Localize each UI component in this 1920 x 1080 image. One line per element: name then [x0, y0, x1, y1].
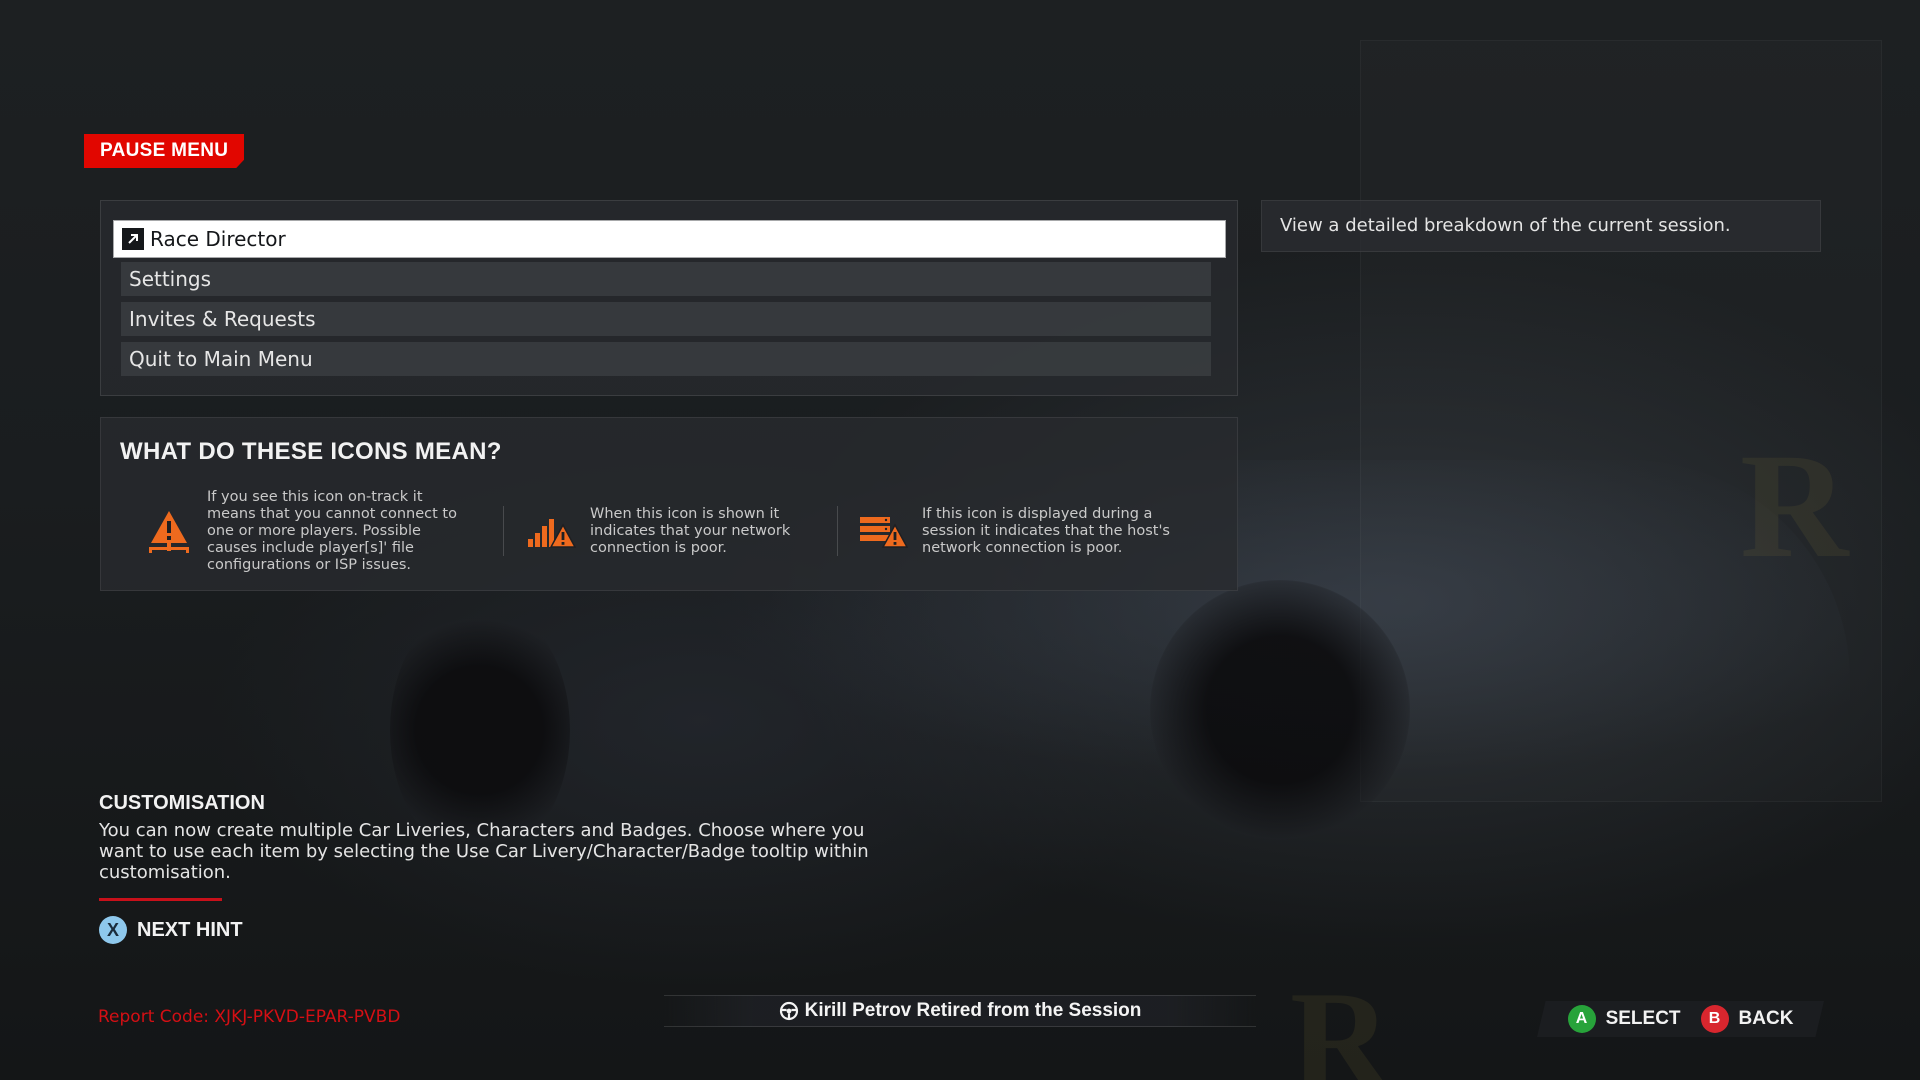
- legend-divider: [837, 506, 838, 556]
- legend-text-line: indicates that your network: [590, 522, 791, 539]
- background-wheel: [1150, 580, 1410, 840]
- menu-panel: Race Director Settings Invites & Request…: [100, 200, 1238, 396]
- hint-text-line: want to use each item by selecting the U…: [99, 841, 869, 862]
- report-code: Report Code: XJKJ-PKVD-EPAR-PVBD: [98, 1007, 401, 1027]
- pause-menu-title: PAUSE MENU: [84, 134, 245, 168]
- icons-legend-text: When this icon is shown it indicates tha…: [590, 506, 790, 557]
- icons-legend-entry: If you see this icon on-track it means t…: [145, 486, 457, 576]
- legend-text-line: means that you cannot connect to: [207, 505, 457, 522]
- select-button[interactable]: A SELECT: [1567, 1005, 1681, 1033]
- legend-text-line: one or more players. Possible: [207, 522, 421, 539]
- host-network-icon: [860, 517, 908, 548]
- x-button-icon: X: [99, 916, 127, 944]
- legend-text-line: If this icon is displayed during a: [922, 505, 1153, 522]
- game-screen: R R PAUSE MENU Race Director Settings In…: [0, 0, 1920, 1080]
- legend-text-line: When this icon is shown it: [590, 505, 780, 522]
- poor-network-icon: [528, 519, 576, 548]
- next-hint-button[interactable]: X NEXT HINT: [99, 915, 243, 945]
- menu-item-label: Invites & Requests: [129, 307, 316, 331]
- menu-item-invites-requests[interactable]: Invites & Requests: [121, 302, 1211, 336]
- legend-text-line: causes include player[s]' file: [207, 539, 414, 556]
- menu-item-race-director[interactable]: Race Director: [114, 221, 1225, 257]
- external-link-icon: [122, 228, 144, 250]
- hint-text-line: customisation.: [99, 862, 231, 883]
- legend-text-line: network connection is poor.: [922, 539, 1123, 556]
- background-sign-glyph: R: [1740, 423, 1849, 589]
- icons-legend-entry: When this icon is shown it indicates tha…: [526, 486, 790, 576]
- menu-item-label: Settings: [129, 267, 212, 291]
- session-notification: Kirill Petrov Retired from the Session: [664, 995, 1256, 1027]
- back-label: BACK: [1738, 1008, 1794, 1029]
- icons-legend-title: WHAT DO THESE ICONS MEAN?: [120, 438, 502, 465]
- menu-item-label: Quit to Main Menu: [129, 347, 313, 371]
- next-hint-label: NEXT HINT: [137, 918, 243, 941]
- hint-title: CUSTOMISATION: [99, 792, 265, 814]
- hint-divider: [99, 898, 222, 901]
- steering-wheel-icon: [779, 1001, 798, 1021]
- background-sign-glyph: R: [1290, 963, 1392, 1080]
- icons-legend-panel: WHAT DO THESE ICONS MEAN? If you see thi…: [100, 417, 1238, 591]
- legend-text-line: connection is poor.: [590, 539, 727, 556]
- menu-item-quit-to-main-menu[interactable]: Quit to Main Menu: [121, 342, 1211, 376]
- connection-warning-icon: [149, 511, 189, 553]
- notification-text: Kirill Petrov Retired from the Session: [804, 1000, 1142, 1021]
- menu-item-settings[interactable]: Settings: [121, 262, 1211, 296]
- select-label: SELECT: [1605, 1008, 1681, 1029]
- a-button-icon: A: [1567, 1005, 1596, 1033]
- controller-prompts: A SELECT B BACK: [1537, 1001, 1824, 1037]
- menu-description: View a detailed breakdown of the current…: [1261, 200, 1821, 252]
- hint-text-line: You can now create multiple Car Liveries…: [99, 820, 865, 841]
- legend-text-line: If you see this icon on-track it: [207, 488, 423, 505]
- icons-legend-text: If this icon is displayed during a sessi…: [922, 506, 1170, 557]
- hint-body: You can now create multiple Car Liveries…: [99, 820, 929, 883]
- legend-text-line: session it indicates that the host's: [922, 522, 1170, 539]
- legend-text-line: configurations or ISP issues.: [207, 556, 412, 573]
- menu-item-label: Race Director: [150, 227, 286, 251]
- icons-legend-text: If you see this icon on-track it means t…: [207, 489, 457, 574]
- icons-legend-entry: If this icon is displayed during a sessi…: [858, 486, 1170, 576]
- b-button-icon: B: [1700, 1005, 1729, 1033]
- legend-divider: [503, 506, 504, 556]
- back-button[interactable]: B BACK: [1700, 1005, 1794, 1033]
